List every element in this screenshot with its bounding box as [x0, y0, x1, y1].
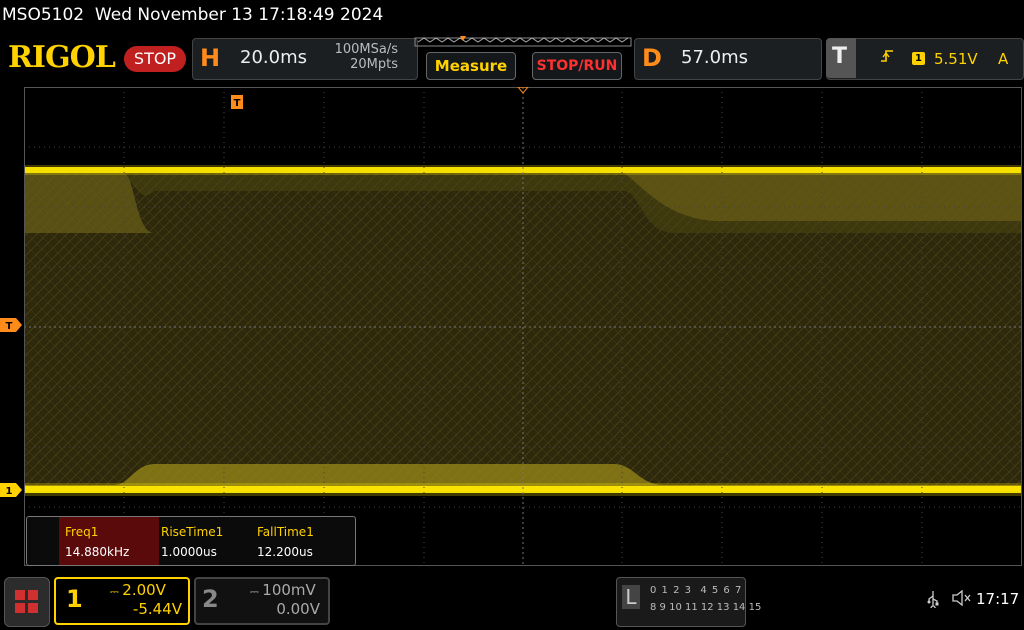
- sample-rate: 100MSa/s: [334, 42, 398, 57]
- horizontal-letter: H: [200, 44, 221, 72]
- channel2-offset: 0.00V: [276, 600, 320, 618]
- speaker-muted-icon[interactable]: [952, 589, 972, 610]
- waveform-display[interactable]: T: [24, 87, 1022, 566]
- title-text: MSO5102 Wed November 13 17:18:49 2024: [2, 5, 383, 25]
- channel1-ground-marker-label: 1: [6, 486, 13, 497]
- trigger-level-marker-label: T: [6, 321, 13, 332]
- usb-icon: [926, 590, 940, 612]
- measure-name: RiseTime1: [161, 525, 224, 539]
- measure-button[interactable]: Measure: [426, 52, 516, 80]
- main-menu-button[interactable]: [4, 577, 50, 627]
- brand-logo: RIGOL: [8, 40, 116, 75]
- upper-envelope-right: [624, 173, 1022, 221]
- run-state-badge[interactable]: STOP: [124, 46, 186, 72]
- trigger-mode: A: [998, 50, 1009, 68]
- measure-name: Freq1: [65, 525, 99, 539]
- measure-name: FallTime1: [257, 525, 314, 539]
- channel1-scale: ⎓ 2.00V: [110, 581, 166, 599]
- channel1-ground-marker[interactable]: 1: [0, 483, 22, 497]
- measure-value: 1.0000us: [161, 545, 217, 559]
- delay-value: 57.0ms: [681, 47, 748, 68]
- delay-letter: D: [642, 44, 662, 72]
- stop-run-button[interactable]: STOP/RUN: [532, 52, 622, 80]
- timebase-value: 20.0ms: [240, 47, 307, 68]
- measure-item-freq[interactable]: Freq1 14.880kHz: [59, 517, 159, 565]
- trigger-level: 5.51V: [934, 50, 978, 68]
- measure-item-risetime[interactable]: RiseTime1 1.0000us: [155, 517, 251, 565]
- logic-letter: L: [622, 585, 640, 609]
- datetime: Wed November 13 17:18:49 2024: [94, 5, 384, 25]
- dc-coupling-icon: ⎓: [250, 585, 263, 598]
- channel2-number: 2: [202, 585, 219, 613]
- measure-value: 14.880kHz: [65, 545, 130, 559]
- measure-value: 12.200us: [257, 545, 313, 559]
- menu-grid-icon: [15, 590, 38, 613]
- model-name: MSO5102: [2, 5, 85, 25]
- measure-item-falltime[interactable]: FallTime1 12.200us: [251, 517, 351, 565]
- memory-position-indicator: [414, 36, 632, 47]
- dc-coupling-icon: ⎓: [110, 585, 123, 598]
- channel2-scale: ⎓ 100mV: [250, 581, 316, 599]
- logic-channels-row2: 8 9 10 11 12 13 14 15: [650, 602, 762, 613]
- clock: 17:17: [976, 590, 1020, 608]
- trigger-time-marker-label: T: [234, 98, 241, 109]
- trigger-source: 1: [912, 52, 925, 65]
- channel1-number: 1: [66, 585, 83, 613]
- logic-channels-row1: 0 1 2 3 4 5 6 7: [650, 585, 743, 596]
- trigger-level-marker[interactable]: T: [0, 318, 22, 332]
- rising-edge-icon: [880, 48, 894, 67]
- channel1-offset: -5.44V: [132, 600, 182, 618]
- memory-depth: 20Mpts: [350, 57, 398, 72]
- measurement-panel[interactable]: Freq1 14.880kHz RiseTime1 1.0000us FallT…: [26, 516, 356, 566]
- trigger-letter: T: [832, 44, 848, 69]
